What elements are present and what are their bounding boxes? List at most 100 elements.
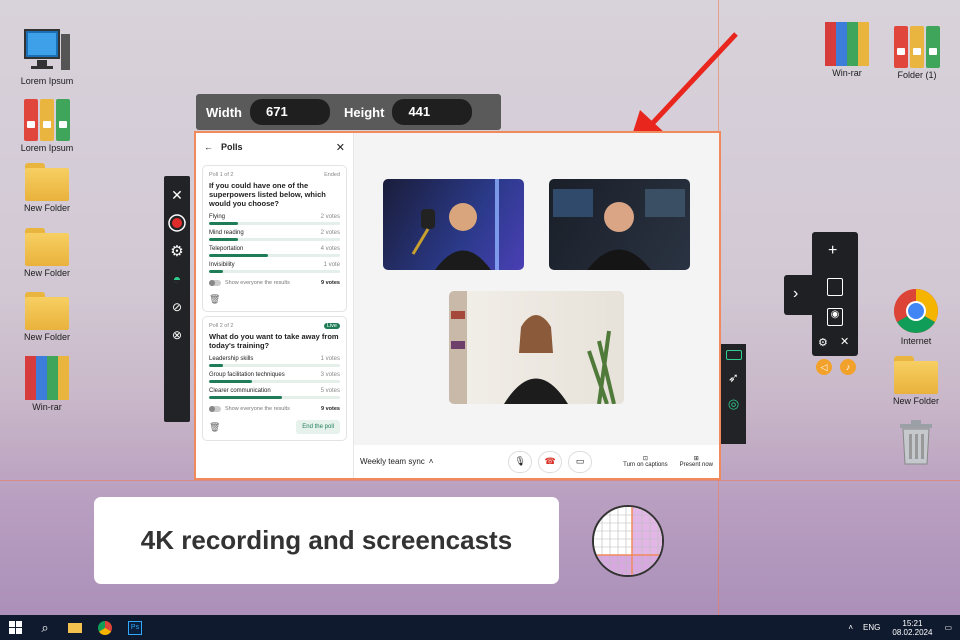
search-icon[interactable]: ⌕	[30, 615, 60, 640]
file-explorer-icon[interactable]	[60, 615, 90, 640]
desktop-icon-label: Win-rar	[832, 68, 862, 78]
capture-toolbar-left: ✕ ⚙ ◓ ⊘ ⊗	[164, 176, 190, 422]
height-input[interactable]: 441	[392, 99, 473, 125]
option-votes: 4 votes	[320, 246, 340, 252]
end-poll-button[interactable]: End the poll	[296, 420, 340, 434]
desktop-icon-label: Folder (1)	[897, 70, 937, 80]
clock[interactable]: 15:21 08.02.2024	[892, 619, 932, 637]
annotation-off-icon[interactable]: ⊗	[168, 326, 186, 344]
close-icon[interactable]: ✕	[840, 335, 849, 348]
desktop-icon-binders[interactable]: Folder (1)	[882, 22, 952, 80]
desktop-icon-internet[interactable]: Internet	[881, 288, 951, 346]
add-icon[interactable]: +	[828, 242, 837, 260]
folder-icon	[25, 163, 69, 201]
audio-off-icon[interactable]: ◁	[816, 359, 832, 375]
show-results-toggle[interactable]	[209, 280, 221, 286]
captions-icon: ⊡	[642, 456, 648, 462]
tray-chevron-icon[interactable]: ˄	[848, 623, 853, 632]
panel-expand-tab[interactable]: ›	[784, 275, 814, 315]
desktop-icon-label: New Folder	[892, 396, 939, 406]
desktop-icon-winrar[interactable]: Win-rar	[12, 356, 82, 412]
mic-button[interactable]: 🎙	[508, 450, 533, 473]
guide-line-horizontal	[0, 480, 960, 481]
cursor-hidden-icon[interactable]: ⊘	[168, 298, 186, 316]
poll-question: If you could have one of the superpowers…	[209, 181, 326, 208]
vote-bar	[209, 222, 340, 225]
keyboard-icon[interactable]	[725, 350, 742, 360]
desktop-icon-winrar[interactable]: Win-rar	[812, 22, 882, 78]
option-label: Group facilitation techniques	[209, 372, 285, 378]
captions-label: Turn on captions	[623, 462, 668, 468]
settings-gear-icon[interactable]: ⚙	[818, 336, 828, 349]
close-icon[interactable]: ✕	[168, 186, 186, 204]
settings-gear-icon[interactable]: ⚙	[168, 242, 186, 260]
vote-bar	[209, 364, 340, 367]
desktop-icon-folder[interactable]: New Folder	[881, 356, 951, 406]
capture-region[interactable]: ← Polls ✕ Poll 1 of 2 Ended If you could …	[194, 131, 721, 480]
binders-icon	[24, 95, 70, 141]
desktop-icon-folder[interactable]: New Folder	[12, 292, 82, 342]
recycle-bin-icon	[896, 418, 936, 466]
vote-bar	[209, 380, 340, 383]
total-votes: 9 votes	[321, 406, 340, 412]
photoshop-icon[interactable]: Ps	[120, 615, 150, 640]
desktop-icon-label: Win-rar	[32, 402, 62, 412]
video-grid	[354, 133, 719, 445]
camera-capture-icon[interactable]: ◉	[827, 308, 843, 326]
desktop-icon-folder[interactable]: New Folder	[12, 228, 82, 278]
option-label: Clearer communication	[209, 388, 271, 394]
option-votes: 3 votes	[320, 372, 340, 378]
option-votes: 1 votes	[320, 356, 340, 362]
cursor-highlight-icon[interactable]: ➶	[728, 370, 739, 386]
desktop-icon-label: New Folder	[23, 203, 70, 213]
desktop-icon-label: New Folder	[23, 332, 70, 342]
end-call-button[interactable]: ☎	[538, 450, 563, 473]
poll-card: Poll 1 of 2 Ended If you could have one o…	[202, 165, 347, 312]
screenshot-icon[interactable]	[827, 278, 843, 296]
back-arrow-icon[interactable]: ←	[204, 142, 213, 152]
vote-bar	[209, 270, 340, 273]
live-badge: Live	[323, 323, 340, 329]
poll-question: What do you want to take away from today…	[209, 332, 339, 350]
chevron-right-icon: ›	[793, 285, 799, 302]
meeting-controls: Weekly team sync ˄ 🎙 ☎ ▭ ⊡ Turn on captio…	[354, 445, 719, 478]
notifications-icon[interactable]: ▭	[944, 623, 952, 632]
chrome-icon	[893, 288, 939, 334]
captions-button[interactable]: ⊡ Turn on captions	[623, 455, 667, 468]
meeting-title: Weekly team sync	[360, 457, 425, 466]
width-input[interactable]: 671	[249, 99, 330, 125]
chevron-up-icon[interactable]: ˄	[429, 457, 434, 466]
binders-icon	[894, 22, 940, 68]
polls-panel: ← Polls ✕ Poll 1 of 2 Ended If you could …	[196, 133, 354, 478]
folder-icon	[25, 292, 69, 330]
webcam-icon[interactable]: ◓	[168, 270, 186, 288]
participant-tile[interactable]	[449, 291, 624, 404]
delete-icon[interactable]: 🗑	[209, 294, 340, 305]
desktop-icon-recycle-bin[interactable]	[881, 418, 951, 466]
click-effect-icon[interactable]: ◎	[728, 396, 739, 412]
desktop-icon-label: Internet	[900, 336, 932, 346]
close-polls-icon[interactable]: ✕	[336, 141, 345, 154]
present-button[interactable]: ⊞ Present now	[680, 455, 713, 468]
option-label: Leadership skills	[209, 356, 254, 362]
option-label: Flying	[209, 214, 226, 220]
camera-button[interactable]: ▭	[568, 450, 593, 473]
language-indicator[interactable]: ENG	[863, 623, 880, 632]
chrome-taskbar-icon[interactable]	[90, 615, 120, 640]
toggle-label: Show everyone the results	[225, 280, 290, 286]
show-results-toggle[interactable]	[209, 406, 221, 412]
desktop-icon-computer[interactable]: Lorem Ipsum	[12, 28, 82, 86]
height-label: Height	[343, 104, 385, 120]
option-label: Invisibility	[209, 262, 235, 268]
mic-off-icon[interactable]: ♪	[840, 359, 856, 375]
desktop-icon-folder[interactable]: New Folder	[12, 163, 82, 213]
option-label: Mind reading	[209, 230, 244, 236]
windows-start-icon[interactable]	[0, 615, 30, 640]
record-button[interactable]	[168, 214, 186, 232]
taskbar: ⌕ Ps ˄ ENG 15:21 08.02.2024 ▭	[0, 615, 960, 640]
delete-icon[interactable]: 🗑	[209, 422, 220, 433]
floating-panel: + ◉ ⚙ ✕	[812, 232, 858, 356]
participant-tile[interactable]	[549, 179, 690, 270]
participant-tile[interactable]	[383, 179, 524, 270]
desktop-icon-binders[interactable]: Lorem Ipsum	[12, 95, 82, 153]
